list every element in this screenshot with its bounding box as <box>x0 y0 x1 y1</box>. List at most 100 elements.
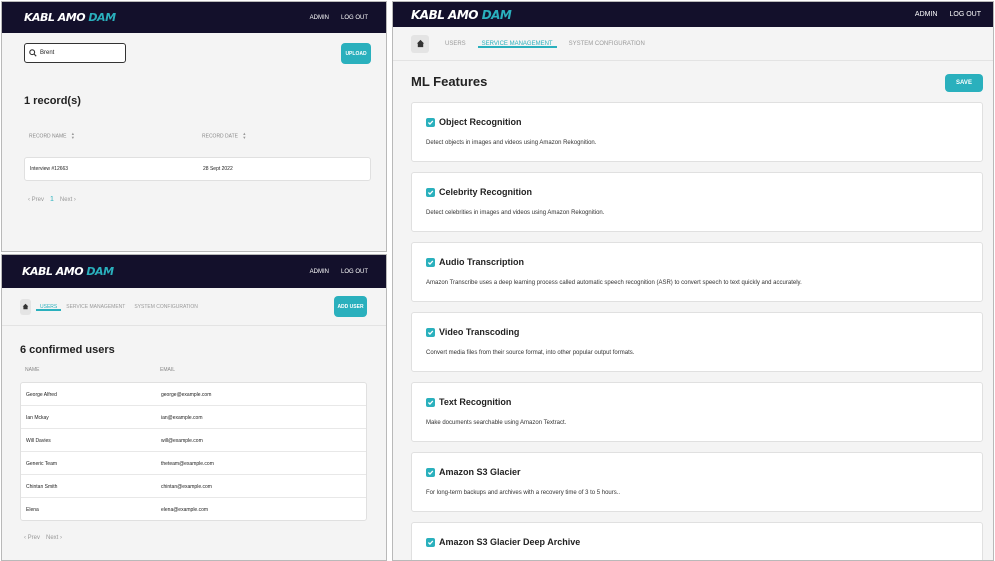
feature-checkbox[interactable] <box>426 398 435 407</box>
table-row[interactable]: Ian Mckay ian@example.com <box>21 406 366 429</box>
feature-card: Video Transcoding Convert media files fr… <box>411 312 983 372</box>
home-icon <box>22 303 29 310</box>
users-column-name: NAME <box>25 367 40 373</box>
logo-main: KABL AMO <box>24 11 86 24</box>
logo-main: KABL AMO <box>411 7 479 22</box>
feature-title: Object Recognition <box>439 117 522 127</box>
service-tabs: USERS SERVICE MANAGEMENT SYSTEM CONFIGUR… <box>393 27 993 61</box>
tab-service-management[interactable]: SERVICE MANAGEMENT <box>477 41 557 48</box>
feature-title: Amazon S3 Glacier <box>439 467 521 477</box>
app-logo[interactable]: KABL AMO DAM <box>22 265 114 278</box>
logout-link[interactable]: LOG OUT <box>341 269 368 275</box>
feature-checkbox[interactable] <box>426 118 435 127</box>
feature-description: Amazon Transcribe uses a deep learning p… <box>426 280 802 286</box>
tab-users[interactable]: USERS <box>445 41 466 47</box>
tab-service-management[interactable]: SERVICE MANAGEMENT <box>66 304 125 310</box>
check-icon <box>427 330 434 335</box>
admin-link[interactable]: ADMIN <box>310 15 329 21</box>
sort-icon: ▲ ▼ <box>70 131 75 140</box>
prev-page-link[interactable]: ‹ Prev <box>28 197 44 203</box>
table-row[interactable]: Elena elena@example.com <box>21 498 366 521</box>
feature-card: Amazon S3 Glacier Deep Archive <box>411 522 983 560</box>
admin-link[interactable]: ADMIN <box>310 269 329 275</box>
users-navbar: KABL AMO DAM ADMIN LOG OUT <box>2 255 386 288</box>
user-email: chintan@example.com <box>161 484 212 490</box>
users-table: George Alfred george@example.com Ian Mck… <box>20 382 367 521</box>
records-pagination: ‹ Prev 1 Next › <box>28 196 76 203</box>
feature-description: Detect celebrities in images and videos … <box>426 210 605 216</box>
logout-link[interactable]: LOG OUT <box>949 11 981 18</box>
feature-checkbox[interactable] <box>426 328 435 337</box>
sort-icon: ▲ ▼ <box>242 131 247 140</box>
service-panel: KABL AMO DAM ADMIN LOG OUT USERS SERVICE… <box>392 1 994 561</box>
table-row[interactable]: Generic Team theteam@example.com <box>21 452 366 475</box>
records-header-date[interactable]: RECORD DATE ▲ ▼ <box>202 132 246 140</box>
feature-checkbox[interactable] <box>426 468 435 477</box>
save-button[interactable]: SAVE <box>945 74 983 92</box>
table-row[interactable]: George Alfred george@example.com <box>21 383 366 406</box>
add-user-button[interactable]: ADD USER <box>334 296 367 317</box>
page-title: ML Features <box>411 74 488 89</box>
logo-accent: DAM <box>86 265 114 278</box>
records-column-date: RECORD DATE <box>202 133 239 140</box>
logout-link[interactable]: LOG OUT <box>341 15 368 21</box>
home-button[interactable] <box>20 298 31 315</box>
feature-description: Detect objects in images and videos usin… <box>426 140 597 146</box>
feature-card: Audio Transcription Amazon Transcribe us… <box>411 242 983 302</box>
tab-system-configuration[interactable]: SYSTEM CONFIGURATION <box>569 41 645 47</box>
logo-accent: DAM <box>481 7 512 22</box>
table-row[interactable]: Chintan Smith chintan@example.com <box>21 475 366 498</box>
users-column-email: EMAIL <box>160 367 176 373</box>
user-email: will@example.com <box>161 438 203 444</box>
table-row[interactable]: Interview #12663 28 Sept 2022 <box>24 157 371 181</box>
record-name: Interview #12663 <box>30 166 69 172</box>
logo-accent: DAM <box>88 11 116 24</box>
user-name: Will Davies <box>26 438 51 444</box>
user-email: ian@example.com <box>161 415 203 421</box>
feature-card: Text Recognition Make documents searchab… <box>411 382 983 442</box>
user-email: elena@example.com <box>161 507 209 513</box>
check-icon <box>427 540 434 545</box>
user-name: George Alfred <box>26 392 57 398</box>
feature-description: Make documents searchable using Amazon T… <box>426 420 567 426</box>
search-input[interactable]: Brent <box>40 50 54 56</box>
logo-main: KABL AMO <box>22 265 84 278</box>
feature-checkbox[interactable] <box>426 538 435 547</box>
check-icon <box>427 400 434 405</box>
feature-checkbox[interactable] <box>426 258 435 267</box>
feature-card: Amazon S3 Glacier For long-term backups … <box>411 452 983 512</box>
upload-button[interactable]: UPLOAD <box>341 43 371 64</box>
next-page-link[interactable]: Next › <box>46 535 62 541</box>
check-icon <box>427 190 434 195</box>
feature-card: Object Recognition Detect objects in ima… <box>411 102 983 162</box>
records-column-name: RECORD NAME <box>29 133 67 140</box>
feature-card: Celebrity Recognition Detect celebrities… <box>411 172 983 232</box>
feature-title: Video Transcoding <box>439 327 520 337</box>
check-icon <box>427 260 434 265</box>
feature-description: For long-term backups and archives with … <box>426 490 621 496</box>
records-header-name[interactable]: RECORD NAME ▲ ▼ <box>29 132 75 140</box>
nav-links: ADMIN LOG OUT <box>915 11 981 18</box>
home-button[interactable] <box>411 34 429 53</box>
tab-system-configuration[interactable]: SYSTEM CONFIGURATION <box>134 304 198 310</box>
nav-links: ADMIN LOG OUT <box>310 269 368 275</box>
feature-description: Convert media files from their source fo… <box>426 350 635 356</box>
page-number[interactable]: 1 <box>50 196 54 203</box>
tab-users[interactable]: USERS <box>35 304 62 311</box>
admin-link[interactable]: ADMIN <box>915 11 938 18</box>
feature-title: Audio Transcription <box>439 257 525 267</box>
users-pagination: ‹ Prev Next › <box>24 535 62 541</box>
nav-links: ADMIN LOG OUT <box>310 15 368 21</box>
check-icon <box>427 470 434 475</box>
next-page-link[interactable]: Next › <box>60 197 76 203</box>
feature-checkbox[interactable] <box>426 188 435 197</box>
prev-page-link[interactable]: ‹ Prev <box>24 535 40 541</box>
app-logo[interactable]: KABL AMO DAM <box>24 11 116 24</box>
feature-title: Celebrity Recognition <box>439 187 533 197</box>
app-logo[interactable]: KABL AMO DAM <box>411 7 512 22</box>
search-bar[interactable]: Brent <box>24 43 126 63</box>
user-name: Chintan Smith <box>26 484 58 490</box>
user-email: george@example.com <box>161 392 212 398</box>
records-panel: KABL AMO DAM ADMIN LOG OUT Brent UPLOAD … <box>1 1 387 252</box>
table-row[interactable]: Will Davies will@example.com <box>21 429 366 452</box>
